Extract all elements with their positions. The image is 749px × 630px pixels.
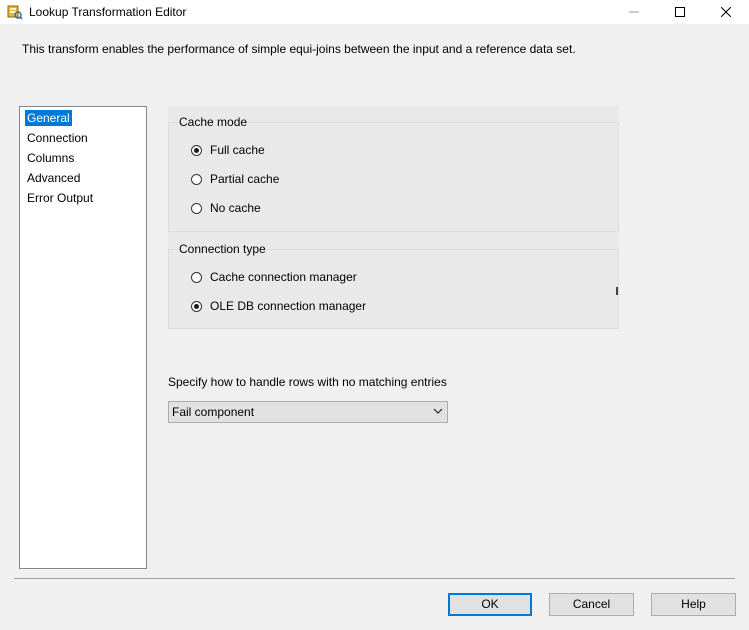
radio-oledb-connection-manager-circle[interactable] — [191, 300, 202, 312]
nav-item-error-output[interactable]: Error Output — [25, 190, 95, 206]
maximize-icon — [675, 7, 685, 17]
help-button[interactable]: Help — [651, 593, 736, 616]
nav-list: General Connection Columns Advanced Erro… — [19, 106, 147, 569]
minimize-icon — [629, 11, 639, 13]
radio-full-cache[interactable]: Full cache — [191, 143, 265, 157]
maximize-button[interactable] — [657, 0, 703, 24]
group-edge-mark — [616, 287, 618, 295]
description-text: This transform enables the performance o… — [22, 42, 576, 56]
radio-partial-cache-label: Partial cache — [210, 172, 280, 186]
close-icon — [721, 7, 731, 17]
radio-no-cache-circle[interactable] — [191, 202, 202, 214]
window-title: Lookup Transformation Editor — [29, 5, 187, 19]
footer-separator — [14, 578, 735, 579]
nav-item-connection[interactable]: Connection — [25, 130, 90, 146]
no-match-label: Specify how to handle rows with no match… — [168, 375, 447, 389]
connection-type-group: Connection type Cache connection manager… — [168, 242, 619, 329]
no-match-dropdown[interactable]: Fail component — [168, 401, 448, 423]
no-match-dropdown-value: Fail component — [172, 405, 255, 419]
radio-cache-connection-manager[interactable]: Cache connection manager — [191, 270, 357, 284]
radio-full-cache-label: Full cache — [210, 143, 265, 157]
radio-no-cache[interactable]: No cache — [191, 201, 261, 215]
radio-no-cache-label: No cache — [210, 201, 261, 215]
nav-item-advanced[interactable]: Advanced — [25, 170, 82, 186]
lookup-transform-icon — [7, 5, 23, 20]
chevron-down-icon — [433, 408, 443, 414]
connection-type-title: Connection type — [178, 242, 267, 256]
close-button[interactable] — [703, 0, 749, 24]
cache-mode-title: Cache mode — [178, 115, 249, 129]
radio-cache-connection-manager-label: Cache connection manager — [210, 270, 357, 284]
radio-partial-cache-circle[interactable] — [191, 173, 202, 185]
radio-oledb-connection-manager-label: OLE DB connection manager — [210, 299, 367, 313]
minimize-button[interactable] — [611, 0, 657, 24]
cache-mode-group: Cache mode Full cache Partial cache No c… — [168, 115, 619, 232]
radio-oledb-connection-manager[interactable]: OLE DB connection manager — [191, 299, 366, 313]
nav-item-general[interactable]: General — [25, 110, 72, 126]
radio-full-cache-circle[interactable] — [191, 144, 202, 156]
ok-button[interactable]: OK — [448, 593, 532, 616]
cancel-button[interactable]: Cancel — [549, 593, 634, 616]
title-bar: Lookup Transformation Editor — [0, 0, 749, 24]
radio-cache-connection-manager-circle[interactable] — [191, 271, 202, 283]
nav-item-columns[interactable]: Columns — [25, 150, 76, 166]
radio-partial-cache[interactable]: Partial cache — [191, 172, 279, 186]
